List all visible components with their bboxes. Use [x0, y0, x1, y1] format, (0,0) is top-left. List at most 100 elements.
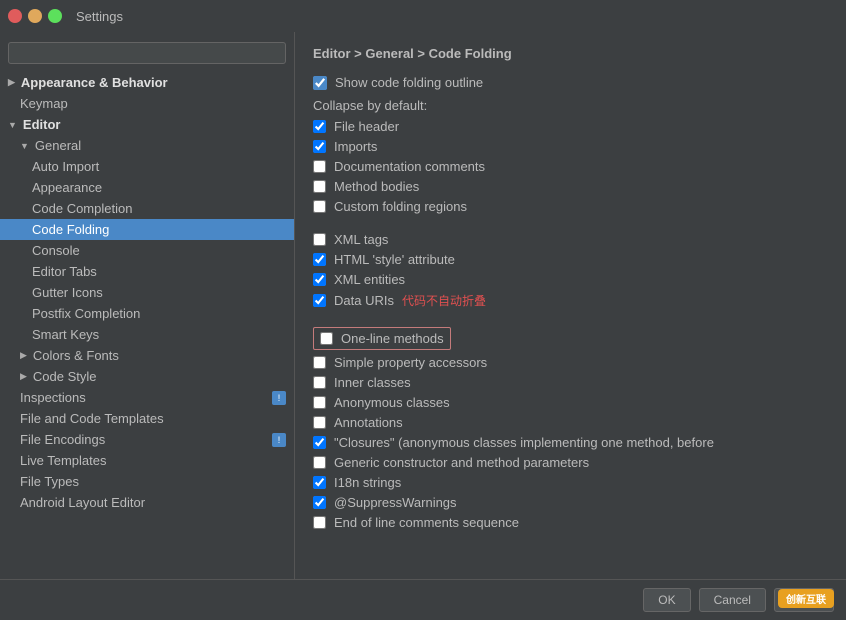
- maximize-button[interactable]: [48, 9, 62, 23]
- sidebar-item-file-encodings[interactable]: File Encodings!: [0, 429, 294, 450]
- sidebar-item-appearance-behavior[interactable]: ▶ Appearance & Behavior: [0, 72, 294, 93]
- checkbox-generic-constructor[interactable]: [313, 456, 326, 469]
- label-generic-constructor[interactable]: Generic constructor and method parameter…: [334, 455, 589, 470]
- collapse-by-default-label: Collapse by default:: [313, 98, 828, 113]
- checkbox-anonymous-classes[interactable]: [313, 396, 326, 409]
- checkbox-html-style[interactable]: [313, 253, 326, 266]
- show-code-folding-row: Show code folding outline: [313, 75, 828, 90]
- checkbox-annotations[interactable]: [313, 416, 326, 429]
- sidebar-item-inspections[interactable]: Inspections!: [0, 387, 294, 408]
- triangle-icon: ▼: [8, 120, 17, 130]
- settings-dialog: ▶Appearance & BehaviorKeymap▼Editor▼Gene…: [0, 32, 846, 620]
- label-data-uris[interactable]: Data URIs: [334, 293, 394, 308]
- sidebar-item-label: Appearance & Behavior: [21, 75, 168, 90]
- checkbox-row-end-of-line-comments: End of line comments sequence: [313, 515, 828, 530]
- sidebar-item-appearance[interactable]: Appearance: [0, 177, 294, 198]
- label-method-bodies[interactable]: Method bodies: [334, 179, 419, 194]
- label-simple-property-accessors[interactable]: Simple property accessors: [334, 355, 487, 370]
- triangle-icon: ▶: [8, 77, 15, 88]
- dialog-body: ▶Appearance & BehaviorKeymap▼Editor▼Gene…: [0, 32, 846, 579]
- show-code-folding-label[interactable]: Show code folding outline: [335, 75, 483, 90]
- checkbox-row-simple-property-accessors: Simple property accessors: [313, 355, 828, 370]
- label-inner-classes[interactable]: Inner classes: [334, 375, 411, 390]
- sidebar: ▶ Appearance & Behavior Keymap ▼Editor▼Gene…: [0, 32, 295, 579]
- label-imports[interactable]: Imports: [334, 139, 377, 154]
- checkbox-method-bodies[interactable]: [313, 180, 326, 193]
- triangle-icon: ▼: [20, 141, 29, 151]
- search-input[interactable]: [8, 42, 286, 64]
- label-closures[interactable]: "Closures" (anonymous classes implementi…: [334, 435, 714, 450]
- checkbox-row-anonymous-classes: Anonymous classes: [313, 395, 828, 410]
- sidebar-item-file-code-templates[interactable]: File and Code Templates: [0, 408, 294, 429]
- sidebar-item-console[interactable]: Console: [0, 240, 294, 261]
- checkbox-closures[interactable]: [313, 436, 326, 449]
- checkbox-suppress-warnings[interactable]: [313, 496, 326, 509]
- checkbox-row-data-uris: Data URIs代码不自动折叠: [313, 292, 828, 309]
- checkbox-inner-classes[interactable]: [313, 376, 326, 389]
- checkbox-custom-folding-regions[interactable]: [313, 200, 326, 213]
- label-one-line-methods[interactable]: One-line methods: [341, 331, 444, 346]
- sidebar-item-auto-import[interactable]: Auto Import: [0, 156, 294, 177]
- checkbox-data-uris[interactable]: [313, 294, 326, 307]
- sidebar-item-code-folding[interactable]: Code Folding: [0, 219, 294, 240]
- sidebar-item-code-completion[interactable]: Code Completion: [0, 198, 294, 219]
- cancel-button[interactable]: Cancel: [699, 588, 766, 612]
- sidebar-item-label: File and Code Templates: [20, 411, 164, 426]
- ok-button[interactable]: OK: [643, 588, 690, 612]
- checkbox-xml-entities[interactable]: [313, 273, 326, 286]
- sidebar-item-file-types[interactable]: File Types: [0, 471, 294, 492]
- checkbox-xml-tags[interactable]: [313, 233, 326, 246]
- label-anonymous-classes[interactable]: Anonymous classes: [334, 395, 450, 410]
- checkbox-row-annotations: Annotations: [313, 415, 828, 430]
- icon-badge: !: [272, 391, 286, 405]
- sidebar-item-code-style[interactable]: ▶Code Style: [0, 366, 294, 387]
- label-xml-tags[interactable]: XML tags: [334, 232, 388, 247]
- sidebar-item-general[interactable]: ▼General: [0, 135, 294, 156]
- label-suppress-warnings[interactable]: @SuppressWarnings: [334, 495, 457, 510]
- title-bar: Settings: [0, 0, 846, 32]
- label-i18n-strings[interactable]: I18n strings: [334, 475, 401, 490]
- sidebar-item-colors-fonts[interactable]: ▶Colors & Fonts: [0, 345, 294, 366]
- checkbox-row-html-style: HTML 'style' attribute: [313, 252, 828, 267]
- checkbox-row-xml-entities: XML entities: [313, 272, 828, 287]
- sidebar-item-label: Auto Import: [32, 159, 99, 174]
- sidebar-item-live-templates[interactable]: Live Templates: [0, 450, 294, 471]
- sidebar-item-gutter-icons[interactable]: Gutter Icons: [0, 282, 294, 303]
- label-file-header[interactable]: File header: [334, 119, 399, 134]
- watermark-text: 创新互联: [786, 591, 826, 606]
- sidebar-item-label: Keymap: [20, 96, 68, 111]
- dialog-buttons: OK Cancel Apply: [0, 579, 846, 620]
- sidebar-item-label: Code Folding: [32, 222, 109, 237]
- sidebar-item-editor-tabs[interactable]: Editor Tabs: [0, 261, 294, 282]
- sidebar-item-editor[interactable]: ▼Editor: [0, 114, 294, 135]
- icon-badge: !: [272, 433, 286, 447]
- label-annotations[interactable]: Annotations: [334, 415, 403, 430]
- close-button[interactable]: [8, 9, 22, 23]
- sidebar-item-label: Postfix Completion: [32, 306, 140, 321]
- label-end-of-line-comments[interactable]: End of line comments sequence: [334, 515, 519, 530]
- window-controls[interactable]: [8, 9, 62, 23]
- sidebar-item-android-layout-editor[interactable]: Android Layout Editor: [0, 492, 294, 513]
- checkbox-end-of-line-comments[interactable]: [313, 516, 326, 529]
- label-xml-entities[interactable]: XML entities: [334, 272, 405, 287]
- sidebar-item-smart-keys[interactable]: Smart Keys: [0, 324, 294, 345]
- checkbox-documentation-comments[interactable]: [313, 160, 326, 173]
- sidebar-item-label: Gutter Icons: [32, 285, 103, 300]
- minimize-button[interactable]: [28, 9, 42, 23]
- checkbox-row-documentation-comments: Documentation comments: [313, 159, 828, 174]
- checkbox-i18n-strings[interactable]: [313, 476, 326, 489]
- show-code-folding-checkbox[interactable]: [313, 76, 327, 90]
- checkbox-row-i18n-strings: I18n strings: [313, 475, 828, 490]
- watermark: 创新互联: [778, 589, 834, 608]
- main-content: Editor > General > Code Folding Show cod…: [295, 32, 846, 579]
- checkbox-simple-property-accessors[interactable]: [313, 356, 326, 369]
- sidebar-item-keymap[interactable]: Keymap: [0, 93, 294, 114]
- label-html-style[interactable]: HTML 'style' attribute: [334, 252, 455, 267]
- checkbox-one-line-methods[interactable]: [320, 332, 333, 345]
- sidebar-item-postfix-completion[interactable]: Postfix Completion: [0, 303, 294, 324]
- checkbox-file-header[interactable]: [313, 120, 326, 133]
- breadcrumb: Editor > General > Code Folding: [313, 46, 828, 61]
- label-custom-folding-regions[interactable]: Custom folding regions: [334, 199, 467, 214]
- label-documentation-comments[interactable]: Documentation comments: [334, 159, 485, 174]
- checkbox-imports[interactable]: [313, 140, 326, 153]
